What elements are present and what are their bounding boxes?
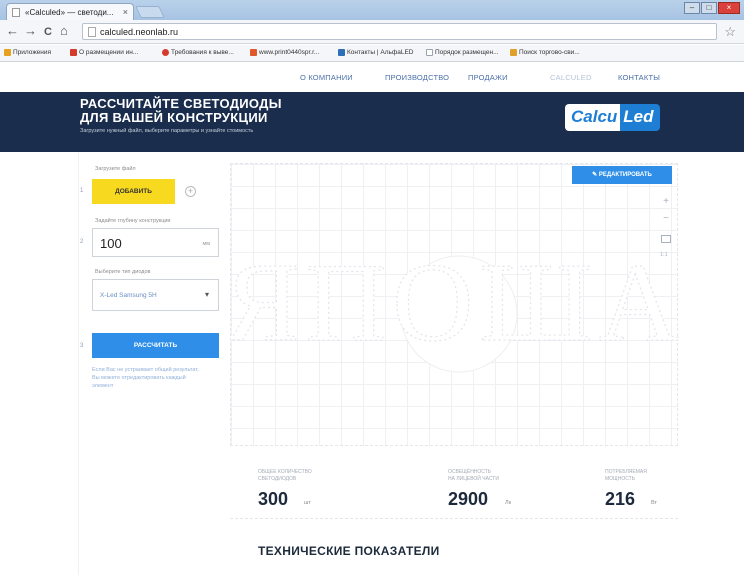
hero-title-line2: ДЛЯ ВАШЕЙ КОНСТРУКЦИИ — [80, 110, 268, 125]
title-bar: «Calculed» — светоди... × – □ × — [0, 0, 744, 20]
calculed-logo: Calcu Led — [565, 104, 660, 131]
divider — [78, 152, 79, 575]
bookmark-icon — [510, 49, 517, 56]
forward-arrow-icon[interactable]: → — [24, 24, 37, 38]
site-menu: О КОМПАНИИ ПРОИЗВОДСТВО ПРОДАЖИ CALCULED… — [0, 62, 744, 92]
page-icon — [88, 27, 96, 37]
add-file-button[interactable]: ДОБАВИТЬ — [92, 179, 175, 204]
minimize-button[interactable]: – — [684, 2, 700, 14]
page-icon — [12, 8, 20, 17]
bookmark-icon — [338, 49, 345, 56]
hero-title-line1: РАССЧИТАЙТЕ СВЕТОДИОДЫ — [80, 96, 282, 111]
diode-type-value: X-Led Samsung 5H — [100, 292, 157, 299]
stat-unit: шт — [304, 500, 311, 506]
stat-unit: Вт — [651, 500, 658, 506]
reload-icon[interactable]: C — [44, 25, 52, 39]
bookmark-icon — [70, 49, 77, 56]
bookmark-item[interactable]: Приложения — [4, 49, 51, 56]
menu-item-calculed[interactable]: CALCULED — [550, 73, 592, 82]
zoom-out-icon[interactable]: − — [660, 213, 672, 224]
page-content: О КОМПАНИИ ПРОИЗВОДСТВО ПРОДАЖИ CALCULED… — [0, 62, 744, 575]
bookmarks-bar: Приложения О размещении ин... Требования… — [0, 45, 744, 62]
browser-tab[interactable]: «Calculed» — светоди... × — [6, 3, 134, 20]
fit-screen-icon[interactable] — [661, 235, 671, 243]
led-preview-canvas[interactable]: ЯПОША — [230, 163, 679, 446]
stat-value-power: 216 — [605, 489, 636, 509]
add-plus-icon[interactable]: + — [185, 186, 196, 197]
depth-value: 100 — [100, 236, 122, 251]
address-bar[interactable]: calculed.neonlab.ru — [82, 23, 717, 40]
hero-banner: РАССЧИТАЙТЕ СВЕТОДИОДЫ ДЛЯ ВАШЕЙ КОНСТРУ… — [0, 92, 744, 152]
bookmark-icon — [250, 49, 257, 56]
browser-window: «Calculed» — светоди... × – □ × ← → C ⌂ … — [0, 0, 744, 575]
bookmark-item[interactable]: www.print0440spr.r... — [250, 49, 319, 56]
led-letters-preview: ЯПОША — [231, 241, 679, 365]
step-number-2: 2 — [80, 239, 84, 245]
bookmark-item[interactable]: Требования к выве... — [162, 49, 234, 56]
logo-part-calcu: Calcu — [565, 104, 621, 131]
maximize-button[interactable]: □ — [701, 2, 717, 14]
section-title-tech: ТЕХНИЧЕСКИЕ ПОКАЗАТЕЛИ — [258, 544, 440, 558]
edit-hint-text: Если Вас не устраивает общий результат, … — [92, 367, 199, 389]
menu-item-contacts[interactable]: КОНТАКТЫ — [618, 73, 660, 82]
apps-icon — [4, 49, 11, 56]
calculate-button[interactable]: РАССЧИТАТЬ — [92, 333, 219, 358]
logo-part-led: Led — [620, 104, 660, 131]
hero-subtitle: Загрузите нужный файл, выберите параметр… — [80, 128, 254, 134]
stat-label: ОБЩЕЕ КОЛИЧЕСТВО СВЕТОДИОДОВ — [258, 469, 312, 482]
zoom-ratio[interactable]: 1:1 — [660, 252, 668, 258]
bookmark-item[interactable]: Поиск торгово-сви... — [510, 49, 580, 56]
step-number-1: 1 — [80, 188, 84, 194]
close-window-button[interactable]: × — [718, 2, 740, 14]
depth-input[interactable]: 100 мм — [92, 228, 219, 257]
back-arrow-icon[interactable]: ← — [6, 24, 19, 38]
diode-type-label: Выберите тип диодов — [95, 269, 151, 275]
window-controls: – □ × — [684, 2, 740, 14]
upload-label: Загрузите файл — [95, 166, 136, 172]
depth-unit: мм — [202, 241, 210, 247]
menu-item-production[interactable]: ПРОИЗВОДСТВО — [385, 73, 449, 82]
bookmark-item[interactable]: Контакты | АльфаLED — [338, 49, 414, 56]
edit-button[interactable]: ✎ РЕДАКТИРОВАТЬ — [572, 166, 672, 184]
stats-panel: ОБЩЕЕ КОЛИЧЕСТВО СВЕТОДИОДОВ 300 шт ОСВЕЩ… — [230, 459, 678, 519]
led-preview-drawing: ЯПОША — [231, 240, 679, 373]
stat-unit: Лк — [505, 500, 512, 506]
bookmark-icon — [162, 49, 169, 56]
diode-type-select[interactable]: X-Led Samsung 5H ▾ — [92, 279, 219, 311]
menu-item-sales[interactable]: ПРОДАЖИ — [468, 73, 508, 82]
stat-label: ОСВЕЩЁННОСТЬ НА ЛИЦЕВОЙ ЧАСТИ — [448, 469, 499, 482]
step-number-3: 3 — [80, 343, 84, 349]
page-icon — [426, 49, 433, 56]
bookmark-star-icon[interactable]: ☆ — [724, 24, 736, 40]
stat-value-diodes: 300 — [258, 489, 289, 509]
stat-value-illuminance: 2900 — [448, 489, 489, 509]
url-text: calculed.neonlab.ru — [100, 27, 179, 37]
tab-close-icon[interactable]: × — [123, 7, 128, 17]
menu-item-about[interactable]: О КОМПАНИИ — [300, 73, 353, 82]
bookmark-item[interactable]: О размещении ин... — [70, 49, 138, 56]
new-tab-button[interactable] — [135, 6, 165, 18]
bookmark-item[interactable]: Порядок размещен... — [426, 49, 499, 56]
zoom-in-icon[interactable]: + — [660, 196, 672, 207]
tab-title: «Calculed» — светоди... — [25, 8, 114, 17]
home-icon[interactable]: ⌂ — [60, 24, 68, 38]
browser-toolbar: ← → C ⌂ calculed.neonlab.ru ☆ — [0, 20, 744, 44]
stat-label: ПОТРЕБЛЯЕМАЯ МОЩНОСТЬ — [605, 469, 647, 482]
chevron-down-icon: ▾ — [204, 290, 209, 299]
depth-label: Задайте глубину конструкции — [95, 218, 171, 224]
